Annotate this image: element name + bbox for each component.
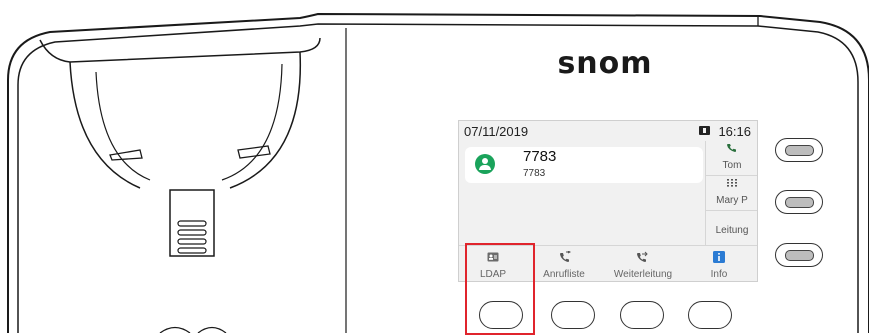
- dialpad-icon: [727, 179, 737, 187]
- function-key-label: Mary P: [716, 195, 748, 206]
- info-icon: [713, 251, 725, 263]
- active-call-card[interactable]: 7783 7783: [465, 147, 703, 183]
- highlight-box: [465, 243, 535, 335]
- softkey-weiterleitung[interactable]: [620, 301, 664, 329]
- status-date: 07/11/2019: [464, 124, 529, 139]
- tab-label: Anrufliste: [543, 269, 585, 280]
- line-key-3[interactable]: [775, 243, 823, 267]
- tab-label: Weiterleitung: [613, 269, 673, 280]
- line-key-2[interactable]: [775, 190, 823, 214]
- tab-weiterleitung[interactable]: Weiterleitung: [603, 246, 683, 281]
- function-key-mary[interactable]: Mary P: [706, 176, 757, 211]
- tab-label: Info: [710, 269, 728, 280]
- battery-icon: [699, 126, 710, 135]
- call-name: 7783: [523, 148, 557, 165]
- contact-avatar-icon: [475, 154, 495, 174]
- function-key-label: Leitung: [715, 225, 749, 236]
- status-time: 16:16: [718, 124, 751, 139]
- phone-icon: [727, 144, 736, 152]
- line-key-1[interactable]: [775, 138, 823, 162]
- function-key-label: Tom: [722, 160, 742, 171]
- softkey-info[interactable]: [688, 301, 732, 329]
- function-key-leitung[interactable]: Leitung: [706, 211, 757, 245]
- call-list-icon: [560, 251, 571, 262]
- softkey-anrufliste[interactable]: [551, 301, 595, 329]
- call-forward-icon: [637, 251, 648, 262]
- tab-anrufliste[interactable]: Anrufliste: [527, 246, 601, 281]
- status-bar: 07/11/2019 16:16: [459, 121, 757, 141]
- function-key-tom[interactable]: Tom: [706, 141, 757, 176]
- call-number: 7783: [523, 168, 546, 179]
- function-key-labels: Tom Mary P Leitung: [705, 141, 757, 245]
- tab-info[interactable]: Info: [685, 246, 753, 281]
- brand-logo: snom: [557, 46, 653, 81]
